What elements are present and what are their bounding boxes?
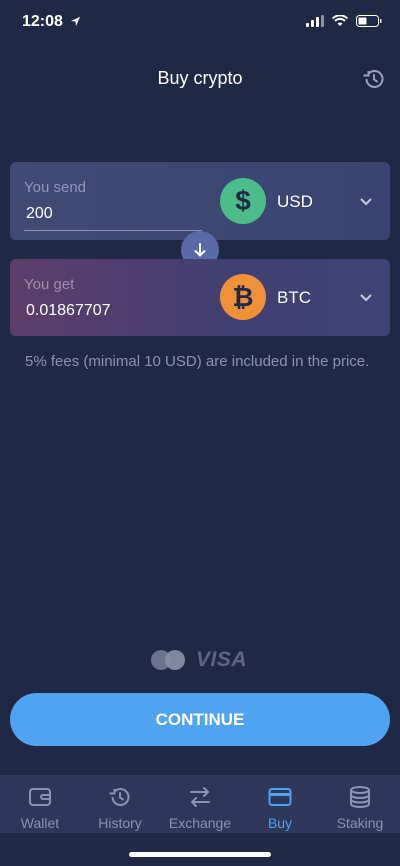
history-icon — [363, 70, 384, 88]
get-amount-value: 0.01867707 — [26, 302, 111, 319]
tab-staking[interactable]: Staking — [320, 775, 400, 833]
send-input-underline — [24, 230, 202, 231]
status-time: 12:08 — [22, 13, 81, 31]
tab-bar: Wallet History Exchange Buy Staking — [0, 775, 400, 833]
tab-wallet[interactable]: Wallet — [0, 775, 80, 833]
send-card: You send 200 $ USD — [10, 162, 390, 240]
send-label: You send — [24, 179, 87, 196]
signal-icon — [306, 15, 324, 27]
chevron-down-icon[interactable] — [358, 193, 374, 209]
exchange-icon — [187, 785, 213, 809]
chevron-down-icon[interactable] — [358, 289, 374, 305]
tab-buy-label: Buy — [267, 815, 293, 831]
tab-history-label: History — [98, 815, 142, 831]
get-card: You get 0.01867707 ₿ BTC — [10, 259, 390, 336]
get-label: You get — [24, 276, 75, 293]
send-amount-input[interactable]: 200 — [26, 205, 53, 223]
tab-exchange[interactable]: Exchange — [160, 775, 240, 833]
mastercard-icon — [151, 650, 185, 670]
svg-text:$: $ — [235, 185, 251, 216]
history-button[interactable] — [360, 65, 388, 93]
tab-staking-label: Staking — [336, 815, 384, 831]
continue-button[interactable]: CONTINUE — [10, 693, 390, 746]
tab-exchange-label: Exchange — [168, 815, 232, 831]
get-currency-code[interactable]: BTC — [277, 288, 311, 308]
location-arrow-icon — [71, 17, 81, 27]
status-time-text: 12:08 — [22, 13, 63, 30]
tab-wallet-label: Wallet — [20, 815, 60, 831]
dollar-icon[interactable]: $ — [220, 178, 266, 224]
tab-buy[interactable]: Buy — [240, 775, 320, 833]
battery-icon — [356, 15, 382, 27]
send-currency-code[interactable]: USD — [277, 192, 313, 212]
status-bar: 12:08 — [0, 0, 400, 46]
history-icon — [107, 785, 133, 809]
wallet-icon — [27, 785, 53, 809]
svg-text:₿: ₿ — [232, 282, 253, 312]
wifi-icon — [332, 15, 348, 26]
visa-logo: VISA — [196, 648, 248, 671]
bitcoin-icon[interactable]: ₿ — [220, 274, 266, 320]
card-icon — [267, 785, 293, 809]
payment-logos: VISA — [150, 648, 247, 672]
tab-history[interactable]: History — [80, 775, 160, 833]
arrow-down-icon — [194, 243, 206, 257]
fees-note: 5% fees (minimal 10 USD) are included in… — [25, 353, 370, 370]
home-indicator — [129, 852, 271, 857]
staking-icon — [347, 785, 373, 809]
status-icons — [306, 15, 382, 27]
page-title: Buy crypto — [157, 68, 243, 88]
